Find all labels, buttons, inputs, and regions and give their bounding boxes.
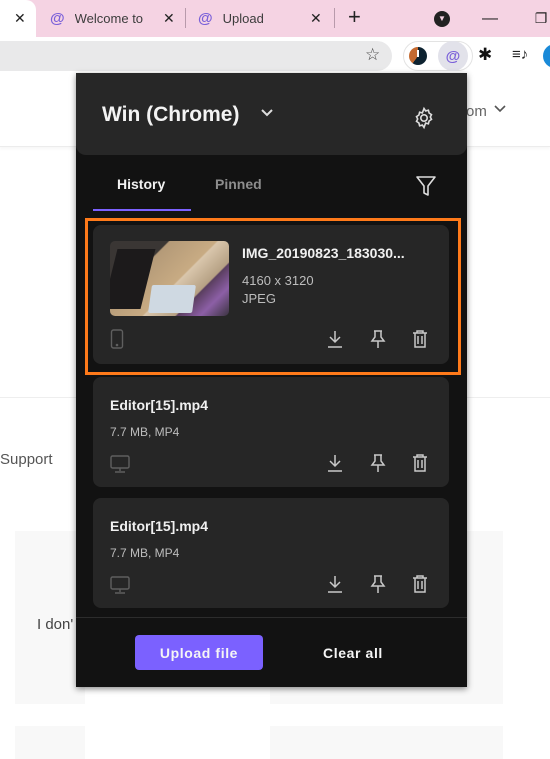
- download-icon[interactable]: [326, 453, 344, 478]
- close-tab-icon[interactable]: ✕: [14, 10, 26, 27]
- paperclip-icon: @: [198, 10, 213, 27]
- extensions-puzzle-icon[interactable]: ✱: [478, 45, 492, 65]
- item-size: 7.7 MB, MP4: [110, 546, 180, 560]
- paperclip-icon: @: [445, 47, 461, 65]
- paperclip-icon: @: [50, 10, 65, 27]
- pin-icon[interactable]: [370, 574, 386, 599]
- tab-title: Upload: [222, 11, 264, 26]
- item-size: 7.7 MB, MP4: [110, 425, 180, 439]
- paperclip-extension-button[interactable]: @: [438, 41, 468, 71]
- desktop-icon: [110, 455, 130, 478]
- tab-search-icon: ▼: [434, 10, 450, 27]
- header-menu-text[interactable]: om: [466, 103, 487, 120]
- phone-icon: [110, 329, 124, 354]
- pin-icon[interactable]: [370, 453, 386, 478]
- chevron-down-icon[interactable]: [494, 101, 506, 116]
- tab-separator: [334, 8, 335, 28]
- filter-icon[interactable]: [415, 174, 437, 203]
- media-control-icon[interactable]: ≡♪: [512, 46, 528, 63]
- support-link[interactable]: Support: [0, 451, 53, 468]
- download-icon[interactable]: [326, 329, 344, 354]
- minimize-button[interactable]: —: [480, 0, 500, 37]
- new-tab-button[interactable]: +: [348, 4, 361, 30]
- download-icon[interactable]: [326, 574, 344, 599]
- device-title[interactable]: Win (Chrome): [102, 103, 239, 127]
- history-item[interactable]: Editor[15].mp4 7.7 MB, MP4: [93, 498, 449, 608]
- extension-popup: Win (Chrome) History Pinned IMG_20190823…: [76, 73, 467, 687]
- address-bar[interactable]: [0, 41, 392, 71]
- tab-pinned[interactable]: Pinned: [215, 176, 262, 192]
- clock-extension-icon[interactable]: [409, 47, 427, 65]
- footer-divider: [76, 617, 467, 618]
- item-title: Editor[15].mp4: [110, 397, 209, 413]
- trash-icon[interactable]: [412, 574, 428, 599]
- browser-tab-bar: ✕ @ Welcome to C ✕ @ Upload ✕ + ▼ — ❐: [0, 0, 550, 37]
- item-dimensions: 4160 x 3120: [242, 273, 314, 288]
- faq-question-text: I don': [37, 616, 74, 633]
- tab-separator: [185, 8, 186, 28]
- chevron-down-icon[interactable]: [260, 105, 274, 123]
- close-tab-icon[interactable]: ✕: [310, 10, 322, 27]
- tab-search-button[interactable]: ▼: [432, 0, 452, 37]
- faq-card[interactable]: [15, 726, 85, 759]
- popup-header: Win (Chrome): [76, 73, 467, 155]
- upload-file-button[interactable]: Upload file: [135, 635, 263, 670]
- tab-history[interactable]: History: [117, 176, 165, 192]
- item-type: JPEG: [242, 291, 276, 306]
- bookmark-star-icon[interactable]: ☆: [365, 45, 380, 65]
- pin-icon[interactable]: [370, 329, 386, 354]
- trash-icon[interactable]: [412, 453, 428, 478]
- browser-tab-welcome[interactable]: @ Welcome to C ✕: [50, 0, 180, 37]
- faq-card[interactable]: [270, 726, 503, 759]
- history-item[interactable]: IMG_20190823_183030... 4160 x 3120 JPEG: [93, 225, 449, 364]
- clear-all-button[interactable]: Clear all: [308, 635, 398, 670]
- desktop-icon: [110, 576, 130, 599]
- history-item[interactable]: Editor[15].mp4 7.7 MB, MP4: [93, 377, 449, 487]
- close-tab-icon[interactable]: ✕: [163, 10, 175, 27]
- tab-title: Welcome to C: [74, 11, 145, 26]
- restore-button[interactable]: ❐: [532, 0, 550, 37]
- popup-tabs: History Pinned: [76, 155, 467, 211]
- browser-tab-upload[interactable]: @ Upload ✕: [198, 0, 328, 37]
- trash-icon[interactable]: [412, 329, 428, 354]
- browser-tab-previous[interactable]: ✕: [0, 0, 36, 37]
- item-title: Editor[15].mp4: [110, 518, 209, 534]
- active-tab-indicator: [93, 209, 191, 211]
- gear-icon[interactable]: [412, 106, 436, 135]
- item-title: IMG_20190823_183030...: [242, 245, 405, 261]
- image-thumbnail[interactable]: [110, 241, 229, 316]
